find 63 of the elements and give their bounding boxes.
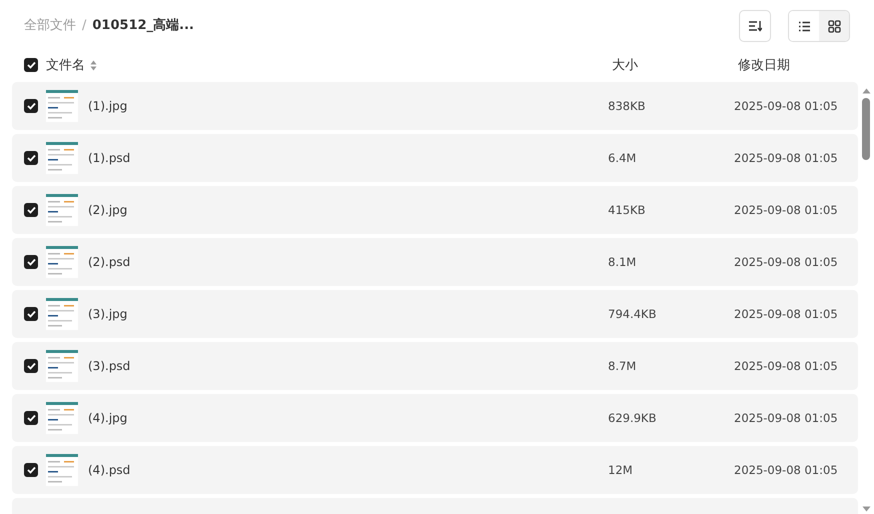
row-checkbox[interactable] bbox=[24, 255, 38, 269]
sort-button[interactable] bbox=[739, 10, 771, 42]
file-size: 415KB bbox=[608, 203, 646, 217]
list-icon bbox=[798, 20, 810, 32]
file-thumbnail bbox=[46, 298, 78, 330]
modified-date: 2025-09-08 01:05 bbox=[734, 255, 838, 269]
select-all-checkbox[interactable] bbox=[24, 58, 38, 72]
row-checkbox[interactable] bbox=[24, 307, 38, 321]
modified-date: 2025-09-08 01:05 bbox=[734, 463, 838, 477]
file-row[interactable]: (3).psd 8.7M 2025-09-08 01:05 bbox=[12, 342, 858, 390]
file-size: 838KB bbox=[608, 99, 646, 113]
file-size: 794.4KB bbox=[608, 307, 656, 321]
sort-icon[interactable] bbox=[90, 60, 97, 70]
modified-date: 2025-09-08 01:05 bbox=[734, 359, 838, 373]
file-thumbnail bbox=[46, 402, 78, 434]
row-checkbox[interactable] bbox=[24, 203, 38, 217]
file-row[interactable]: (1).jpg 838KB 2025-09-08 01:05 bbox=[12, 82, 858, 130]
file-row[interactable]: (4).jpg 629.9KB 2025-09-08 01:05 bbox=[12, 394, 858, 442]
row-checkbox[interactable] bbox=[24, 411, 38, 425]
file-size: 12M bbox=[608, 463, 633, 477]
modified-date: 2025-09-08 01:05 bbox=[734, 307, 838, 321]
scroll-down-icon[interactable] bbox=[862, 506, 870, 512]
file-row[interactable]: (2).psd 8.1M 2025-09-08 01:05 bbox=[12, 238, 858, 286]
row-checkbox[interactable] bbox=[24, 151, 38, 165]
grid-view-button[interactable] bbox=[819, 11, 849, 41]
file-row[interactable]: (3).jpg 794.4KB 2025-09-08 01:05 bbox=[12, 290, 858, 338]
file-thumbnail bbox=[46, 90, 78, 122]
row-checkbox[interactable] bbox=[24, 99, 38, 113]
file-size: 8.1M bbox=[608, 255, 636, 269]
row-checkbox[interactable] bbox=[24, 359, 38, 373]
file-name[interactable]: (1).jpg bbox=[88, 99, 128, 113]
file-thumbnail bbox=[46, 194, 78, 226]
file-thumbnail bbox=[46, 246, 78, 278]
modified-date: 2025-09-08 01:05 bbox=[734, 411, 838, 425]
modified-date: 2025-09-08 01:05 bbox=[734, 151, 838, 165]
column-header[interactable]: 文件名 bbox=[46, 56, 85, 74]
file-name[interactable]: (3).psd bbox=[88, 359, 130, 373]
breadcrumb-separator: / bbox=[82, 18, 86, 32]
file-name[interactable]: (2).jpg bbox=[88, 203, 128, 217]
column-header: 大小 bbox=[612, 58, 638, 73]
row-checkbox[interactable] bbox=[24, 463, 38, 477]
file-row[interactable]: (2).jpg 415KB 2025-09-08 01:05 bbox=[12, 186, 858, 234]
file-thumbnail bbox=[46, 142, 78, 174]
file-thumbnail bbox=[46, 454, 78, 486]
column-header: 修改日期 bbox=[738, 58, 790, 73]
breadcrumb-link[interactable]: 010512_高端... bbox=[92, 16, 194, 34]
modified-date: 2025-09-08 01:05 bbox=[734, 203, 838, 217]
file-row[interactable]: (4).psd 12M 2025-09-08 01:05 bbox=[12, 446, 858, 494]
scrollbar-thumb[interactable] bbox=[862, 98, 870, 160]
file-size: 8.7M bbox=[608, 359, 636, 373]
file-name[interactable]: (1).psd bbox=[88, 151, 130, 165]
file-name[interactable]: (2).psd bbox=[88, 255, 130, 269]
grid-icon bbox=[828, 20, 840, 32]
sort-icon bbox=[748, 20, 762, 32]
file-name[interactable]: (4).jpg bbox=[88, 411, 128, 425]
scroll-up-icon[interactable] bbox=[862, 88, 870, 94]
file-thumbnail bbox=[46, 350, 78, 382]
file-name[interactable]: (3).jpg bbox=[88, 307, 128, 321]
modified-date: 2025-09-08 01:05 bbox=[734, 99, 838, 113]
file-row[interactable]: (1).psd 6.4M 2025-09-08 01:05 bbox=[12, 134, 858, 182]
file-name[interactable]: (4).psd bbox=[88, 463, 130, 477]
file-size: 629.9KB bbox=[608, 411, 656, 425]
file-size: 6.4M bbox=[608, 151, 636, 165]
